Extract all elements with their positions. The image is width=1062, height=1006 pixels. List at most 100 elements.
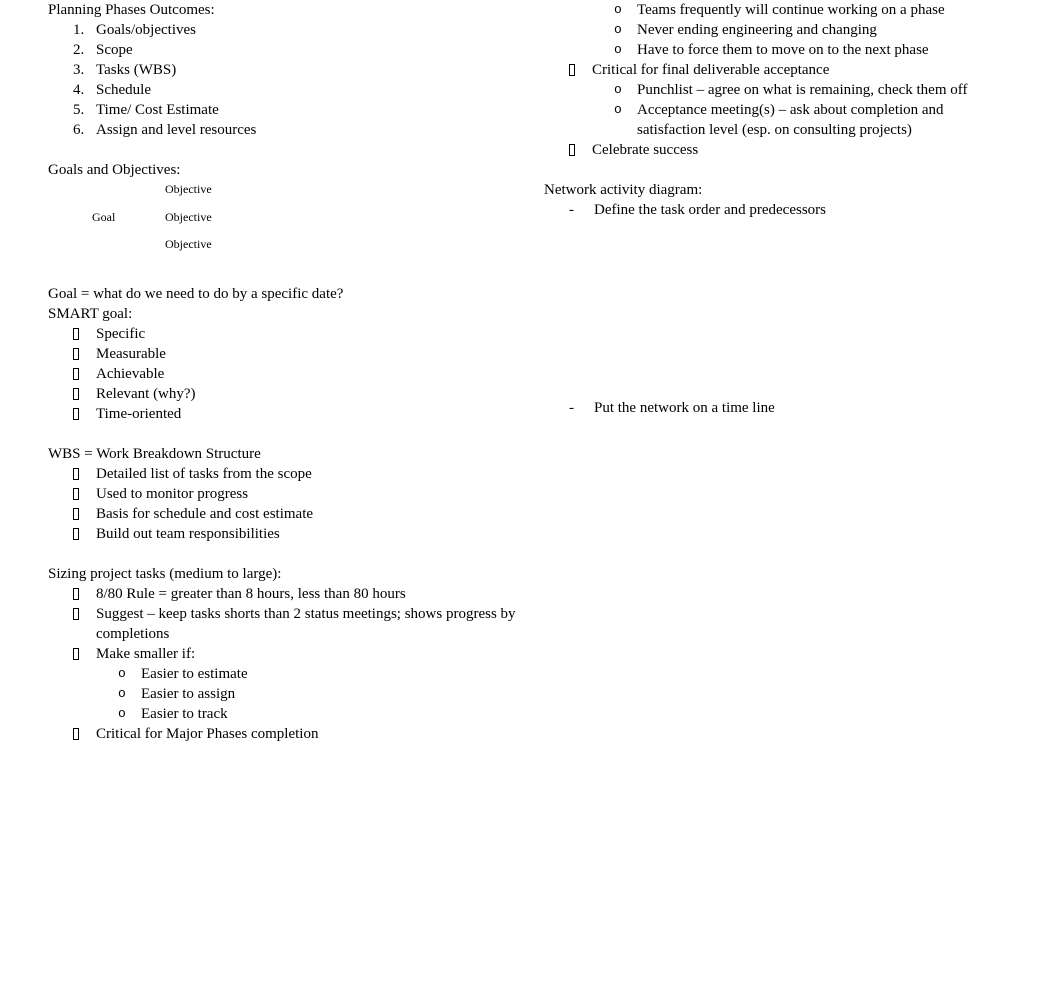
list-item: Time-oriented — [73, 404, 518, 424]
tofu-box-icon — [73, 724, 96, 744]
list-item: o Have to force them to move on to the n… — [614, 40, 1014, 60]
list-item: o Acceptance meeting(s) – ask about comp… — [614, 100, 1014, 140]
list-item-label: Punchlist – agree on what is remaining, … — [637, 82, 968, 98]
list-marker: 2. — [73, 42, 85, 58]
o-bullet-icon: o — [614, 22, 622, 37]
o-bullet-icon: o — [614, 42, 622, 57]
list-item-label: Build out team responsibilities — [96, 526, 280, 542]
list-item-label: Measurable — [96, 346, 166, 362]
smart-goal-list: Specific Measurable Achievable Relevant … — [48, 324, 518, 424]
list-item-label: Critical for Major Phases completion — [96, 726, 319, 742]
dash-bullet-icon: - — [569, 400, 574, 416]
list-item-label: Assign and level resources — [96, 122, 257, 138]
sizing-tasks-sublist: o Easier to estimate o Easier to assign … — [48, 664, 518, 724]
list-item: o Easier to track — [118, 704, 518, 724]
list-item-label: Schedule — [96, 82, 151, 98]
list-item-label: Specific — [96, 326, 146, 342]
left-column: Planning Phases Outcomes: 1. Goals/objec… — [48, 0, 518, 744]
list-item-label: Put the network on a time line — [594, 400, 775, 416]
right-column: o Teams frequently will continue working… — [544, 0, 1014, 418]
tofu-box-icon — [73, 324, 96, 344]
list-item: Build out team responsibilities — [73, 524, 518, 544]
o-bullet-icon: o — [118, 686, 126, 701]
list-item: 1. Goals/objectives — [73, 20, 518, 40]
list-item: Used to monitor progress — [73, 484, 518, 504]
smart-goal-heading: SMART goal: — [48, 306, 133, 322]
list-item-label: Make smaller if: — [96, 646, 196, 662]
list-item: 4. Schedule — [73, 80, 518, 100]
list-item: Suggest – keep tasks shorts than 2 statu… — [73, 604, 518, 644]
list-item: Specific — [73, 324, 518, 344]
list-item-label: Achievable — [96, 366, 165, 382]
list-item: o Teams frequently will continue working… — [614, 0, 1014, 20]
list-item: 8/80 Rule = greater than 8 hours, less t… — [73, 584, 518, 604]
list-item: - Put the network on a time line — [569, 398, 1014, 418]
list-marker: 3. — [73, 62, 85, 78]
tofu-box-icon — [73, 464, 96, 484]
list-item-label: Scope — [96, 42, 133, 58]
network-diagram-heading: Network activity diagram: — [544, 182, 703, 198]
list-item: Celebrate success — [569, 140, 1014, 160]
tofu-box-icon — [73, 604, 96, 624]
list-marker: 6. — [73, 122, 85, 138]
diagram-objective-label: Objective — [165, 182, 212, 196]
wbs-list: Detailed list of tasks from the scope Us… — [48, 464, 518, 544]
celebrate-list: Celebrate success — [544, 140, 1014, 160]
list-marker: 1. — [73, 22, 85, 38]
diagram-objective-label: Objective — [165, 237, 212, 251]
list-item-label: Celebrate success — [592, 142, 699, 158]
list-item: Make smaller if: — [73, 644, 518, 664]
list-item: o Punchlist – agree on what is remaining… — [614, 80, 1014, 100]
list-item-label: Never ending engineering and changing — [637, 22, 877, 38]
wbs-heading: WBS = Work Breakdown Structure — [48, 446, 261, 462]
list-item-label: 8/80 Rule = greater than 8 hours, less t… — [96, 586, 406, 602]
list-item: Relevant (why?) — [73, 384, 518, 404]
dash-bullet-icon: - — [569, 202, 574, 218]
list-item-label: Basis for schedule and cost estimate — [96, 506, 314, 522]
tofu-box-icon — [73, 364, 96, 384]
o-bullet-icon: o — [118, 706, 126, 721]
tofu-box-icon — [73, 404, 96, 424]
o-bullet-icon: o — [614, 82, 622, 97]
list-item-label: Relevant (why?) — [96, 386, 196, 402]
list-marker: 5. — [73, 102, 85, 118]
tofu-box-icon — [73, 584, 96, 604]
list-item: o Easier to assign — [118, 684, 518, 704]
list-item-label: Easier to track — [141, 706, 228, 722]
goals-objectives-heading: Goals and Objectives: — [48, 162, 181, 178]
list-item: 2. Scope — [73, 40, 518, 60]
o-bullet-icon: o — [614, 2, 622, 17]
list-item-label: Tasks (WBS) — [96, 62, 177, 78]
list-item: Measurable — [73, 344, 518, 364]
tofu-box-icon — [73, 504, 96, 524]
list-marker: 4. — [73, 82, 85, 98]
sizing-tasks-list-end: Critical for Major Phases completion — [48, 724, 518, 744]
network-diagram-list: - Define the task order and predecessors — [544, 200, 1014, 220]
list-item: Critical for final deliverable acceptanc… — [569, 60, 1014, 80]
list-item: 6. Assign and level resources — [73, 120, 518, 140]
list-item: o Easier to estimate — [118, 664, 518, 684]
list-item-label: Teams frequently will continue working o… — [637, 2, 945, 18]
list-item-label: Acceptance meeting(s) – ask about comple… — [637, 102, 944, 138]
list-item: Detailed list of tasks from the scope — [73, 464, 518, 484]
goal-definition-text: Goal = what do we need to do by a specif… — [48, 286, 344, 302]
list-item-label: Used to monitor progress — [96, 486, 249, 502]
list-item-label: Easier to assign — [141, 686, 236, 702]
tofu-box-icon — [73, 484, 96, 504]
network-diagram-drawing-area — [544, 220, 1014, 398]
list-item: 3. Tasks (WBS) — [73, 60, 518, 80]
network-diagram-list-end: - Put the network on a time line — [544, 398, 1014, 418]
list-item: o Never ending engineering and changing — [614, 20, 1014, 40]
list-item-label: Goals/objectives — [96, 22, 196, 38]
o-bullet-icon: o — [118, 666, 126, 681]
list-item: Achievable — [73, 364, 518, 384]
sizing-tasks-list: 8/80 Rule = greater than 8 hours, less t… — [48, 584, 518, 664]
document-page: Planning Phases Outcomes: 1. Goals/objec… — [0, 0, 1062, 1006]
o-bullet-icon: o — [614, 102, 622, 117]
diagram-goal-label: Goal — [92, 210, 116, 224]
final-acceptance-list: Critical for final deliverable acceptanc… — [544, 60, 1014, 80]
